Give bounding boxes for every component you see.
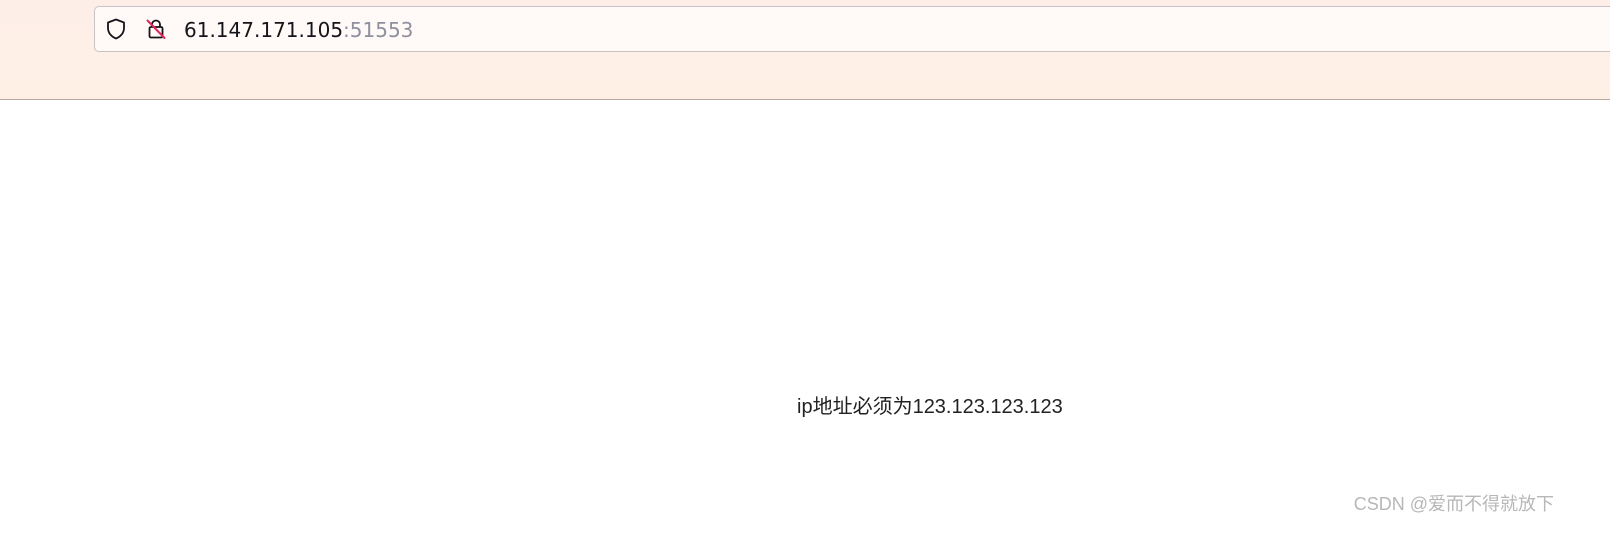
watermark-text: CSDN @爱而不得就放下	[1353, 494, 1554, 514]
url-text[interactable]: 61.147.171.105:51553	[184, 17, 413, 43]
page-content: ip地址必须为123.123.123.123 CSDN @爱而不得就放下	[0, 100, 1610, 533]
browser-toolbar: 61.147.171.105:51553	[0, 0, 1610, 100]
url-host: 61.147.171.105	[184, 18, 344, 42]
url-bar[interactable]: 61.147.171.105:51553	[94, 6, 1610, 52]
page-message: ip地址必须为123.123.123.123	[797, 396, 1063, 418]
insecure-lock-icon[interactable]	[144, 17, 168, 41]
shield-icon[interactable]	[104, 17, 128, 41]
url-port: :51553	[343, 18, 414, 42]
